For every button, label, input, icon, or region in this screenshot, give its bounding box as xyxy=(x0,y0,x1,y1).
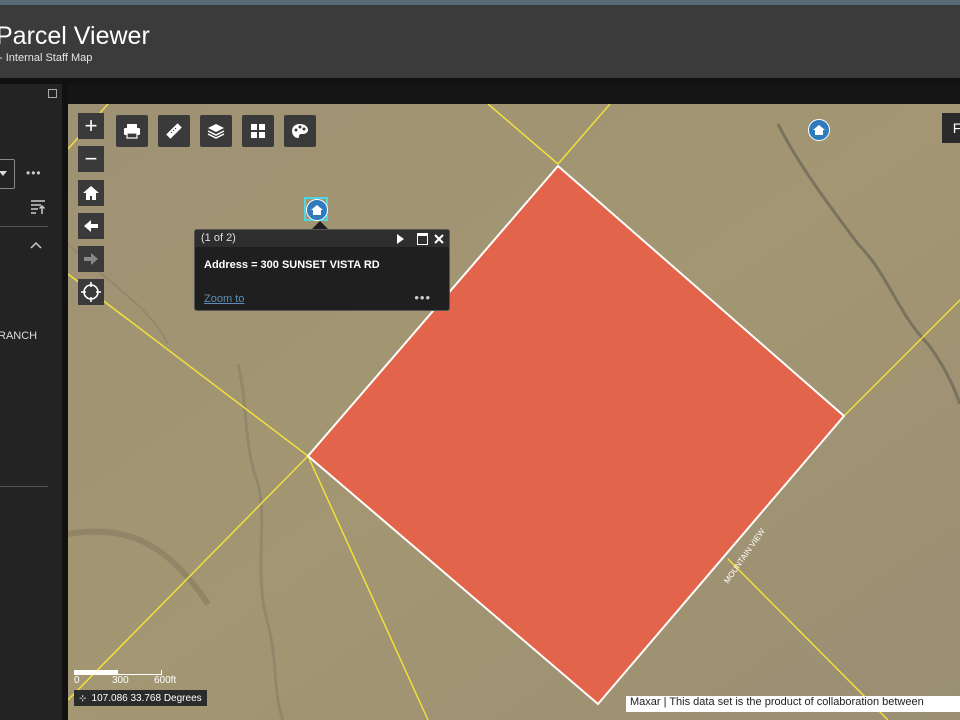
sidebar-divider xyxy=(0,226,48,227)
sidebar-panel: ••• RANCH xyxy=(0,84,66,720)
more-options-icon[interactable]: ••• xyxy=(26,166,42,180)
printer-icon xyxy=(124,124,140,139)
selected-address-marker[interactable] xyxy=(306,199,328,221)
locate-icon xyxy=(81,282,101,302)
app-header: Parcel Viewer - Internal Staff Map xyxy=(0,5,960,78)
home-button[interactable] xyxy=(78,180,104,206)
back-button[interactable] xyxy=(78,213,104,239)
dropdown-select[interactable] xyxy=(0,159,15,189)
house-icon xyxy=(311,205,323,215)
app-title: Parcel Viewer xyxy=(0,22,150,50)
chevron-down-icon xyxy=(0,171,7,176)
layers-button[interactable] xyxy=(200,115,232,147)
locate-button[interactable] xyxy=(78,279,104,305)
popup-pointer xyxy=(312,221,328,229)
popup-feature-count: (1 of 2) xyxy=(201,232,236,244)
result-item-label[interactable]: RANCH xyxy=(0,330,37,342)
right-panel-button[interactable]: F xyxy=(942,113,960,143)
next-feature-icon[interactable] xyxy=(397,234,404,244)
popup-more-icon[interactable]: ••• xyxy=(414,290,431,305)
popup-header: (1 of 2) xyxy=(195,230,449,247)
legend-button[interactable] xyxy=(284,115,316,147)
house-icon xyxy=(813,125,825,135)
layers-icon xyxy=(207,124,225,139)
zoom-in-button[interactable]: + xyxy=(78,113,104,139)
basemap-gallery-button[interactable] xyxy=(242,115,274,147)
coordinates-text: 107.086 33.768 Degrees xyxy=(91,692,202,704)
back-arrow-icon xyxy=(84,220,98,232)
legend-icon xyxy=(292,124,308,138)
sidebar-divider-bottom xyxy=(0,486,48,487)
crosshair-icon: ⊹ xyxy=(79,692,87,703)
dock-icon[interactable] xyxy=(417,233,428,245)
popup-attribute: Address = 300 SUNSET VISTA RD xyxy=(204,259,380,271)
address-point-marker[interactable] xyxy=(808,119,830,141)
close-icon[interactable] xyxy=(434,234,444,244)
maximize-icon[interactable] xyxy=(48,89,57,98)
minus-icon: − xyxy=(84,146,98,171)
measure-icon xyxy=(166,123,182,139)
zoom-out-button[interactable]: − xyxy=(78,146,104,172)
scale-label-300: 300 xyxy=(112,675,129,686)
app-subtitle: - Internal Staff Map xyxy=(0,52,93,64)
map-view[interactable]: MOUNTAIN VIEW + − (1 of 2) Address = 300… xyxy=(68,84,960,720)
scale-label-0: 0 xyxy=(74,675,80,686)
chevron-up-icon[interactable] xyxy=(30,236,42,254)
home-icon xyxy=(83,186,99,200)
feature-popup: (1 of 2) Address = 300 SUNSET VISTA RD Z… xyxy=(194,229,450,311)
plus-icon: + xyxy=(84,113,98,138)
map-attribution: Maxar | This data set is the product of … xyxy=(626,696,960,712)
map-top-bar xyxy=(68,84,960,104)
coordinate-readout[interactable]: ⊹ 107.086 33.768 Degrees xyxy=(74,690,207,706)
scale-bar: 0 300 600ft xyxy=(74,670,184,687)
basemap-gallery-icon xyxy=(251,124,265,138)
scale-label-600ft: 600ft xyxy=(154,675,177,686)
forward-button[interactable] xyxy=(78,246,104,272)
zoom-to-link[interactable]: Zoom to xyxy=(204,293,244,305)
print-button[interactable] xyxy=(116,115,148,147)
forward-arrow-icon xyxy=(84,253,98,265)
sort-icon[interactable] xyxy=(29,198,47,221)
map-canvas[interactable]: MOUNTAIN VIEW xyxy=(68,104,960,720)
measure-button[interactable] xyxy=(158,115,190,147)
